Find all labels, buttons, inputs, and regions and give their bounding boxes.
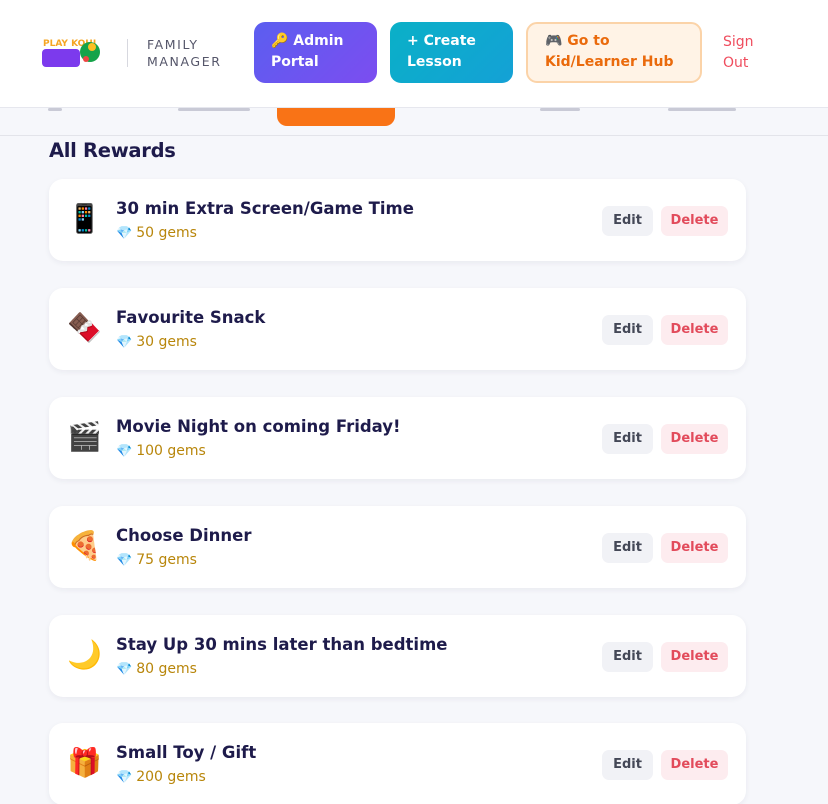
delete-reward-button[interactable]: Delete	[661, 642, 728, 672]
edit-reward-button[interactable]: Edit	[602, 642, 653, 672]
chocolate-icon: 🍫	[67, 311, 102, 344]
learner-hub-label-line1: 🎮 Go to	[545, 33, 610, 49]
delete-reward-button[interactable]: Delete	[661, 533, 728, 563]
all-rewards-heading: All Rewards	[49, 139, 176, 162]
delete-reward-button[interactable]: Delete	[661, 315, 728, 345]
family-manager-label-line2: MANAGER	[147, 54, 222, 69]
reward-gems-value: 200 gems	[136, 769, 206, 785]
pizza-icon: 🍕	[67, 529, 102, 562]
tab-dashboard[interactable]	[48, 108, 62, 111]
reward-card: 🍫 Favourite Snack 💎 30 gems Edit Delete	[49, 288, 746, 370]
tab-rewards-active[interactable]	[277, 108, 395, 126]
admin-portal-label-line1: 🔑 Admin	[271, 33, 344, 49]
reward-gems-value: 30 gems	[136, 334, 197, 350]
reward-title: 30 min Extra Screen/Game Time	[116, 199, 414, 218]
delete-reward-button[interactable]: Delete	[661, 206, 728, 236]
tab-activity[interactable]	[178, 108, 250, 111]
header-divider	[127, 39, 128, 67]
moon-icon: 🌙	[67, 638, 102, 671]
gem-icon: 💎	[116, 335, 133, 350]
sign-out-label-line1: Sign	[723, 34, 754, 50]
playkohi-logo[interactable]: PLAY KOHI	[40, 32, 104, 74]
reward-cost: 💎 100 gems	[116, 443, 206, 459]
reward-title: Choose Dinner	[116, 526, 252, 545]
create-lesson-button[interactable]: + Create Lesson	[390, 22, 513, 83]
reward-card: 🎁 Small Toy / Gift 💎 200 gems Edit Delete	[49, 723, 746, 804]
reward-title: Movie Night on coming Friday!	[116, 417, 401, 436]
clapperboard-icon: 🎬	[67, 420, 102, 453]
reward-card: 📱 30 min Extra Screen/Game Time 💎 50 gems…	[49, 179, 746, 261]
edit-reward-button[interactable]: Edit	[602, 533, 653, 563]
learner-hub-label-line2: Kid/Learner Hub	[545, 54, 674, 70]
create-lesson-label-line1: + Create	[407, 33, 476, 49]
reward-title: Stay Up 30 mins later than bedtime	[116, 635, 448, 654]
reward-cost: 💎 50 gems	[116, 225, 197, 241]
reward-title: Small Toy / Gift	[116, 743, 257, 762]
gem-icon: 💎	[116, 770, 133, 785]
reward-card: 🎬 Movie Night on coming Friday! 💎 100 gem…	[49, 397, 746, 479]
edit-reward-button[interactable]: Edit	[602, 424, 653, 454]
reward-gems-value: 80 gems	[136, 661, 197, 677]
gem-icon: 💎	[116, 226, 133, 241]
admin-portal-button[interactable]: 🔑 Admin Portal	[254, 22, 377, 83]
sign-out-link[interactable]: Sign Out	[723, 32, 754, 74]
reward-gems-value: 75 gems	[136, 552, 197, 568]
delete-reward-button[interactable]: Delete	[661, 750, 728, 780]
tab-settings[interactable]	[668, 108, 736, 111]
edit-reward-button[interactable]: Edit	[602, 206, 653, 236]
delete-reward-button[interactable]: Delete	[661, 424, 728, 454]
nav-tabs	[0, 108, 828, 136]
reward-card: 🍕 Choose Dinner 💎 75 gems Edit Delete	[49, 506, 746, 588]
family-manager-label-line1: FAMILY	[147, 37, 199, 52]
reward-gems-value: 100 gems	[136, 443, 206, 459]
reward-cost: 💎 80 gems	[116, 661, 197, 677]
create-lesson-label-line2: Lesson	[407, 54, 462, 70]
sign-out-label-line2: Out	[723, 55, 749, 71]
gem-icon: 💎	[116, 662, 133, 677]
reward-card: 🌙 Stay Up 30 mins later than bedtime 💎 80…	[49, 615, 746, 697]
edit-reward-button[interactable]: Edit	[602, 750, 653, 780]
reward-cost: 💎 30 gems	[116, 334, 197, 350]
admin-portal-label-line2: Portal	[271, 54, 319, 70]
tab-play[interactable]	[540, 108, 580, 111]
app-header: PLAY KOHI FAMILY MANAGER 🔑 Admin Portal …	[0, 0, 828, 108]
reward-gems-value: 50 gems	[136, 225, 197, 241]
reward-cost: 💎 75 gems	[116, 552, 197, 568]
edit-reward-button[interactable]: Edit	[602, 315, 653, 345]
reward-cost: 💎 200 gems	[116, 769, 206, 785]
gem-icon: 💎	[116, 444, 133, 459]
family-manager-label: FAMILY MANAGER	[147, 36, 222, 70]
phone-icon: 📱	[67, 202, 102, 235]
gift-icon: 🎁	[67, 746, 102, 779]
learner-hub-button[interactable]: 🎮 Go to Kid/Learner Hub	[526, 22, 702, 83]
reward-title: Favourite Snack	[116, 308, 266, 327]
gem-icon: 💎	[116, 553, 133, 568]
